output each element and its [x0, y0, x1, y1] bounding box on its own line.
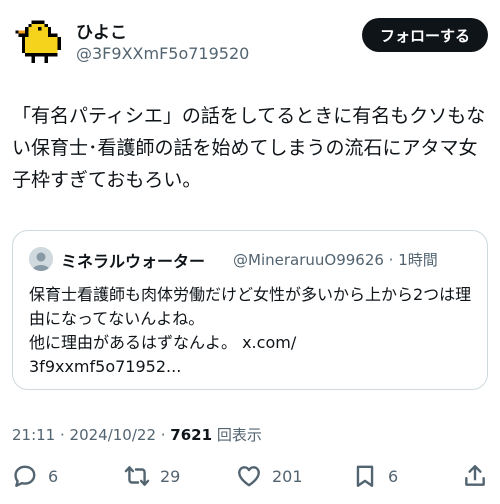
share-button[interactable]: [462, 458, 498, 494]
author-display-name[interactable]: ひよこ: [76, 18, 127, 43]
author-handle[interactable]: @3F9XXmF5o719520: [76, 44, 249, 63]
reply-icon: [14, 465, 36, 487]
default-avatar-icon: [29, 247, 53, 271]
tweet-text: 「有名パティシエ」の話をしてるときに有名もクソもない保育士･看護師の話を始めてし…: [12, 105, 486, 191]
avatar[interactable]: [12, 14, 64, 66]
heart-icon: [238, 466, 260, 487]
follow-button[interactable]: フォローする: [361, 18, 488, 52]
tweet-timestamp[interactable]: 21:11 · 2024/10/22 ·: [12, 426, 170, 444]
bookmark-count: 6: [388, 466, 399, 486]
quoted-tweet[interactable]: ミネラルウォーター @MineraruuO99626 · 1時間 保育士看護師も…: [12, 230, 488, 390]
quote-avatar: [29, 247, 53, 271]
retweet-icon: [124, 466, 150, 486]
like-button[interactable]: 201: [236, 458, 303, 494]
view-count: 7621: [170, 426, 213, 444]
quote-display-name: ミネラルウォーター: [61, 252, 206, 271]
reply-count: 6: [48, 466, 59, 486]
like-count: 201: [272, 466, 303, 486]
quote-text: 保育士看護師も肉体労働だけど女性が多いから上から2つは理由になってないんよね。 …: [29, 285, 472, 376]
quote-handle-time: @MineraruuO99626 · 1時間: [233, 251, 438, 269]
bookmark-button[interactable]: 6: [352, 458, 398, 494]
share-icon: [465, 465, 485, 486]
view-label: 回表示: [212, 426, 262, 444]
chick-pixel-icon: [15, 20, 61, 63]
action-bar: 6 29 201 6: [0, 458, 500, 494]
retweet-count: 29: [160, 466, 181, 486]
reply-button[interactable]: 6: [12, 458, 58, 494]
retweet-button[interactable]: 29: [124, 458, 180, 494]
bookmark-icon: [356, 465, 374, 487]
tweet-meta: 21:11 · 2024/10/22 · 7621 回表示: [12, 424, 262, 445]
